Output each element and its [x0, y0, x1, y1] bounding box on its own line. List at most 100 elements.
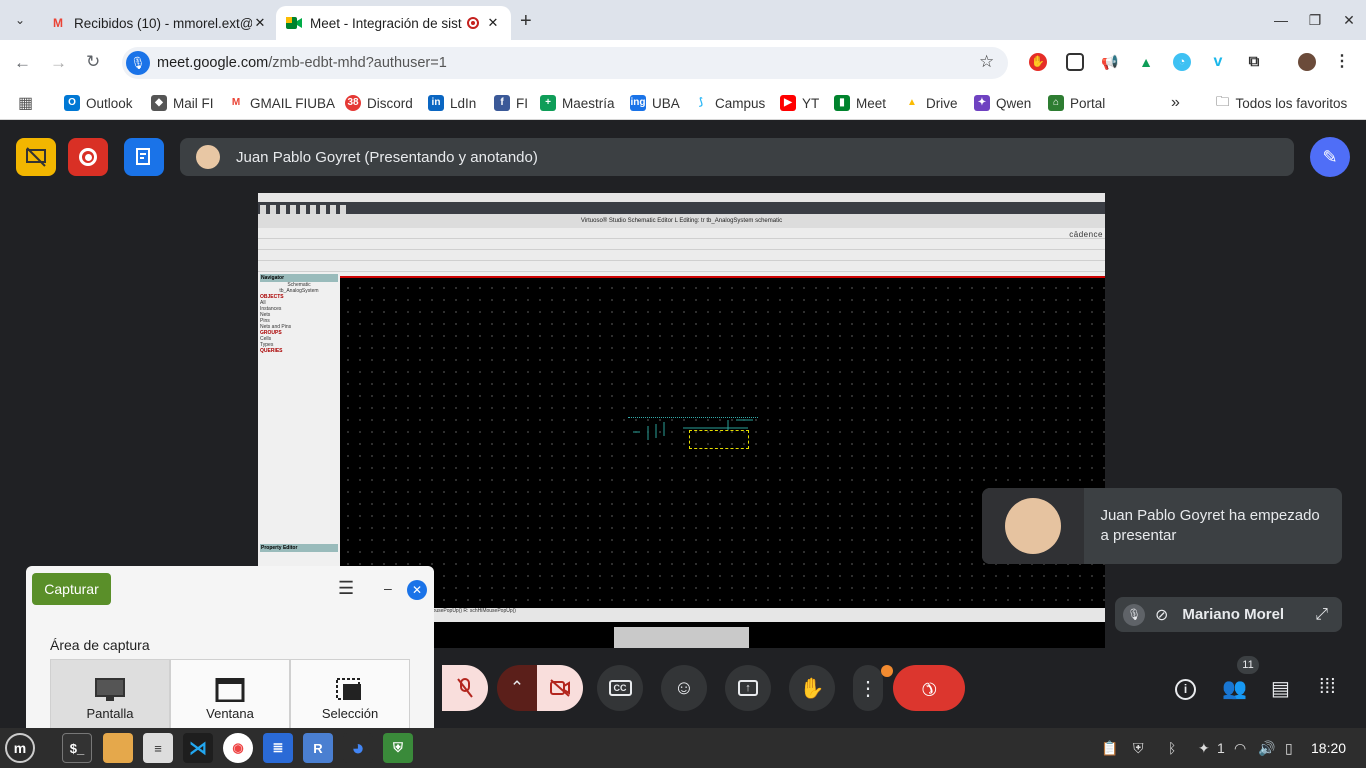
- capture-option-window[interactable]: Ventana: [170, 659, 290, 729]
- apps-grid-icon: ⁞⁞⁞: [1319, 676, 1336, 698]
- vimeo-icon[interactable]: v: [1209, 53, 1227, 71]
- bookmark-qwen[interactable]: ✦ Qwen: [974, 93, 1031, 113]
- security-shield-icon[interactable]: ⛨: [383, 733, 413, 763]
- bookmark-label: Campus: [715, 95, 766, 111]
- volume-icon[interactable]: 🔊: [1258, 740, 1275, 757]
- bookmark-yt[interactable]: ▶ YT: [780, 93, 819, 113]
- more-options-button[interactable]: ⋮: [853, 665, 883, 711]
- remote-desktop-icon[interactable]: R: [303, 733, 333, 763]
- bookmark-outlook[interactable]: O Outlook: [64, 93, 133, 113]
- bookmark-ldin[interactable]: in LdIn: [428, 93, 476, 113]
- minimize-icon[interactable]: –: [384, 580, 392, 596]
- chat-button[interactable]: ▤: [1271, 676, 1290, 701]
- microphone-active-icon[interactable]: 🎙: [126, 51, 150, 75]
- notification-dot: [881, 665, 893, 677]
- camera-off-icon: [550, 679, 570, 697]
- chat-icon: ▤: [1271, 678, 1290, 700]
- capture-option-selection[interactable]: Selección: [290, 659, 410, 729]
- minimize-icon[interactable]: —: [1264, 0, 1298, 40]
- new-tab-button[interactable]: +: [520, 10, 532, 33]
- camera-toggle-button[interactable]: [537, 665, 583, 711]
- back-icon[interactable]: ←: [14, 53, 31, 73]
- bookmark-label: Meet: [856, 95, 887, 111]
- extension-icon[interactable]: ◔: [1173, 53, 1191, 71]
- bookmark-portal[interactable]: ⌂ Portal: [1048, 93, 1105, 113]
- tab-search-chevron-icon[interactable]: ⌄: [8, 8, 32, 32]
- transcript-button[interactable]: [124, 138, 164, 176]
- expand-icon[interactable]: ⤢: [1315, 606, 1328, 624]
- bookmark-drive[interactable]: ▲ Drive: [904, 93, 958, 113]
- clock[interactable]: 18:20: [1311, 740, 1346, 756]
- captions-button[interactable]: CC: [597, 665, 643, 711]
- self-tile[interactable]: 🎙 ⊘ Mariano Morel ⤢: [1115, 597, 1342, 632]
- hide-captions-button[interactable]: [16, 138, 56, 176]
- mic-toggle-button[interactable]: [442, 665, 488, 711]
- leave-call-button[interactable]: ✆: [893, 665, 965, 711]
- pen-icon: ✎: [1322, 147, 1338, 167]
- tab-close-icon[interactable]: ✕: [485, 15, 501, 31]
- bookmark-discord[interactable]: 38 Discord: [345, 93, 413, 113]
- more-vert-icon[interactable]: ⋮: [1333, 53, 1351, 71]
- url-text[interactable]: meet.google.com/zmb-edbt-mhd?authuser=1: [157, 55, 447, 71]
- bookmark-meet[interactable]: ▮ Meet: [834, 93, 886, 113]
- all-bookmarks-folder[interactable]: 🗀 Todos los favoritos: [1216, 93, 1347, 113]
- present-button[interactable]: ↑: [725, 665, 771, 711]
- extension-icon[interactable]: ✋: [1029, 53, 1047, 71]
- bookmark-fi[interactable]: f FI: [494, 93, 528, 113]
- notification-tray-icon[interactable]: ✦: [1198, 740, 1210, 757]
- maximize-icon[interactable]: ❐: [1298, 0, 1332, 40]
- capture-option-label: Selección: [321, 706, 379, 721]
- recording-indicator-icon: [467, 17, 479, 29]
- text-editor-icon[interactable]: ≡: [143, 733, 173, 763]
- info-icon: i: [1175, 679, 1196, 700]
- reload-icon[interactable]: ↻: [86, 52, 100, 72]
- app-icon[interactable]: ◉: [223, 733, 253, 763]
- spreadsheet-icon[interactable]: ≣: [263, 733, 293, 763]
- meeting-details-button[interactable]: i: [1175, 676, 1196, 700]
- tab-title: Recibidos (10) - mmorel.ext@: [74, 15, 252, 31]
- terminal-icon[interactable]: $_: [62, 733, 92, 763]
- tab-gmail[interactable]: M Recibidos (10) - mmorel.ext@ ✕: [40, 6, 278, 40]
- bluetooth-icon[interactable]: ᛒ: [1168, 740, 1176, 756]
- bookmarks-overflow-button[interactable]: »: [1171, 93, 1180, 113]
- annotate-pen-button[interactable]: ✎: [1310, 137, 1350, 177]
- activities-button[interactable]: ⁞⁞⁞: [1319, 676, 1336, 699]
- bookmark-campus[interactable]: ⟆ Campus: [693, 93, 765, 113]
- camera-off-icon: ⊘: [1155, 606, 1169, 624]
- cast-icon[interactable]: [1066, 53, 1084, 71]
- bookmark-uba[interactable]: ing UBA: [630, 93, 680, 113]
- capture-button[interactable]: Capturar: [32, 573, 111, 605]
- drive-ext-icon[interactable]: ▲: [1137, 53, 1155, 71]
- tab-meet[interactable]: Meet - Integración de sist ✕: [276, 6, 511, 40]
- close-window-icon[interactable]: ✕: [1332, 0, 1366, 40]
- close-icon[interactable]: ✕: [407, 580, 427, 600]
- mint-menu-icon[interactable]: m: [5, 733, 35, 763]
- profile-avatar[interactable]: [1298, 53, 1316, 71]
- megaphone-icon[interactable]: 📢: [1101, 53, 1119, 71]
- wifi-icon[interactable]: ◠: [1234, 740, 1246, 757]
- apps-grid-icon[interactable]: ▦: [18, 93, 33, 113]
- clipboard-icon[interactable]: 📋: [1101, 740, 1118, 757]
- raise-hand-button[interactable]: ✋: [789, 665, 835, 711]
- bookmark-star-icon[interactable]: ☆: [979, 52, 994, 72]
- files-icon[interactable]: [103, 733, 133, 763]
- camera-options-button[interactable]: ⌃: [497, 665, 537, 711]
- hamburger-menu-icon[interactable]: ☰: [338, 578, 354, 599]
- battery-icon[interactable]: ▯: [1285, 740, 1293, 757]
- capture-option-screen[interactable]: Pantalla: [50, 659, 170, 729]
- monitor-icon: [95, 678, 125, 702]
- bookmark-mail-fi[interactable]: ◆ Mail FI: [151, 93, 214, 113]
- forward-icon[interactable]: →: [50, 53, 67, 73]
- reactions-button[interactable]: ☺: [661, 665, 707, 711]
- mic-off-icon: [457, 678, 473, 698]
- shield-tray-icon[interactable]: ⛨: [1133, 740, 1144, 757]
- vscode-icon[interactable]: ⋊: [183, 733, 213, 763]
- capture-option-label: Pantalla: [86, 706, 134, 721]
- chrome-icon[interactable]: ◕: [343, 733, 373, 763]
- extensions-puzzle-icon[interactable]: ⧉: [1245, 53, 1263, 71]
- people-button[interactable]: 👥: [1222, 676, 1247, 701]
- bookmark-gmail-fiuba[interactable]: M GMAIL FIUBA: [228, 93, 335, 113]
- tab-close-icon[interactable]: ✕: [252, 15, 268, 31]
- recording-button[interactable]: [68, 138, 108, 176]
- bookmark-maestria[interactable]: + Maestría: [540, 93, 615, 113]
